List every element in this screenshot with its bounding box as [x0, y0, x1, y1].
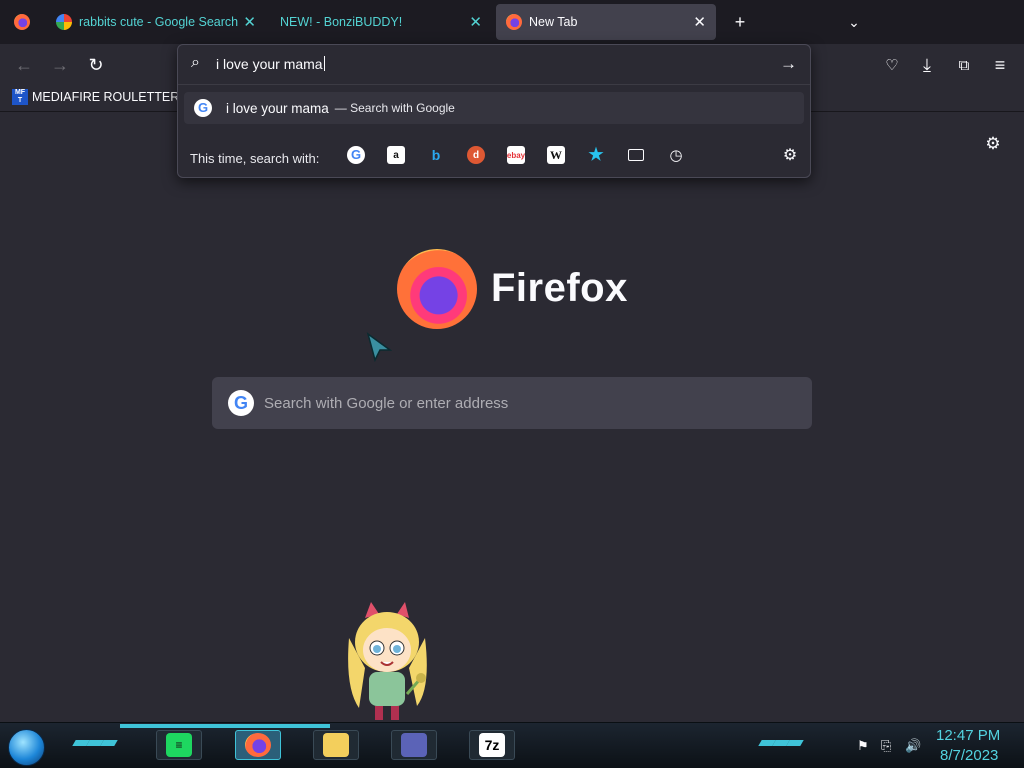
- pocket-icon: ♡: [885, 57, 899, 74]
- taskbar-firefox-button[interactable]: [235, 730, 281, 760]
- google-icon: [228, 390, 254, 416]
- start-orb-button[interactable]: [8, 729, 45, 766]
- bookmark-mediafire-rouletter[interactable]: MF T MEDIAFIRE ROULETTER: [12, 89, 179, 105]
- downloads-button[interactable]: ⤓: [914, 52, 940, 78]
- search-with-label: This time, search with:: [190, 150, 320, 166]
- taskbar-app-button[interactable]: [391, 730, 437, 760]
- tab-rabbits[interactable]: rabbits cute - Google Search ✕: [46, 4, 266, 40]
- amazon-icon[interactable]: a: [387, 146, 405, 164]
- folder-icon: [323, 733, 349, 757]
- puzzle-icon: ⧉: [958, 56, 970, 74]
- google-icon[interactable]: [347, 146, 365, 164]
- taskbar-7zip-button[interactable]: 7z: [469, 730, 515, 760]
- back-button[interactable]: ←: [11, 52, 37, 78]
- arrow-right-icon: →: [51, 54, 69, 75]
- list-all-tabs-button[interactable]: ⌄: [841, 9, 867, 35]
- 7zip-icon: 7z: [479, 733, 505, 757]
- search-placeholder: Search with Google or enter address: [264, 394, 509, 412]
- wikipedia-icon[interactable]: W: [547, 146, 565, 164]
- go-button[interactable]: →: [780, 54, 797, 74]
- chevron-down-icon: ⌄: [848, 13, 860, 30]
- urlbar[interactable]: ⌕ i love your mama →: [178, 45, 810, 85]
- reload-icon: ↻: [88, 54, 104, 75]
- search-icon: ⌕: [191, 54, 200, 71]
- bing-icon[interactable]: b: [427, 146, 445, 164]
- firefox-view-button[interactable]: [4, 4, 40, 40]
- close-icon[interactable]: ✕: [693, 13, 706, 31]
- suggestion-text: i love your mama: [226, 100, 329, 116]
- menu-button[interactable]: ≡: [987, 52, 1013, 78]
- ebay-icon[interactable]: ebay: [507, 146, 525, 164]
- cursor-icon: [366, 332, 392, 363]
- newtab-settings-button[interactable]: ⚙: [980, 131, 1006, 157]
- tab-label: NEW! - BonziBUDDY!: [280, 15, 403, 29]
- pocket-button[interactable]: ♡: [879, 52, 905, 78]
- new-tab-button[interactable]: +: [727, 9, 753, 35]
- bookmark-label: MEDIAFIRE ROULETTER: [32, 90, 180, 104]
- clock-date[interactable]: 8/7/2023: [940, 747, 998, 764]
- urlbar-input[interactable]: i love your mama: [216, 56, 325, 72]
- volume-icon[interactable]: 🔊: [905, 738, 921, 754]
- firefox-icon: [506, 14, 522, 30]
- tab-new-tab[interactable]: New Tab ✕: [496, 4, 716, 40]
- search-settings-gear-icon[interactable]: ⚙: [781, 146, 799, 164]
- search-suggestion-row[interactable]: i love your mama — Search with Google: [184, 92, 804, 124]
- close-icon[interactable]: ✕: [469, 13, 482, 31]
- hamburger-icon: ≡: [994, 54, 1006, 75]
- taskbar-accent-bar: [120, 724, 330, 728]
- firefox-logo-icon: [397, 249, 477, 329]
- tab-label: rabbits cute - Google Search: [79, 15, 239, 29]
- forward-button[interactable]: →: [47, 52, 73, 78]
- google-icon: [56, 14, 72, 30]
- spotify-icon: ≡: [166, 733, 192, 757]
- mediafire-icon: MF T: [12, 89, 28, 105]
- urlbar-popup: ⌕ i love your mama → i love your mama — …: [177, 44, 811, 178]
- brand-wordmark: Firefox: [491, 266, 628, 310]
- tab-strip: rabbits cute - Google Search ✕ NEW! - Bo…: [0, 0, 1024, 44]
- window-icon: [401, 733, 427, 757]
- close-icon[interactable]: ✕: [243, 13, 256, 31]
- duckduckgo-icon[interactable]: d: [467, 146, 485, 164]
- download-icon: ⤓: [923, 54, 931, 75]
- google-icon: [194, 99, 212, 117]
- plus-icon: +: [734, 11, 746, 32]
- bookmarks-icon[interactable]: ★: [587, 145, 605, 164]
- newtab-search-input[interactable]: Search with Google or enter address: [212, 377, 812, 429]
- flag-icon[interactable]: ⚑: [857, 738, 869, 754]
- tabs-icon[interactable]: [627, 146, 645, 164]
- tab-bonzibuddy[interactable]: NEW! - BonziBUDDY! ✕: [270, 4, 492, 40]
- gear-icon: ⚙: [985, 134, 1001, 153]
- arrow-left-icon: ←: [15, 54, 33, 75]
- clock-time[interactable]: 12:47 PM: [936, 727, 1000, 744]
- desktop-pet-sticker: [348, 602, 427, 720]
- extensions-button[interactable]: ⧉: [951, 52, 977, 78]
- reload-button[interactable]: ↻: [83, 52, 109, 78]
- taskbar-spotify-button[interactable]: ≡: [156, 730, 202, 760]
- network-icon[interactable]: ⎘: [881, 738, 891, 754]
- history-icon[interactable]: ◷: [667, 146, 685, 164]
- suggestion-engine-text: — Search with Google: [334, 101, 455, 115]
- taskbar-explorer-button[interactable]: [313, 730, 359, 760]
- firefox-icon: [14, 14, 30, 30]
- one-off-search-bar: This time, search with:: [178, 139, 810, 177]
- tab-label: New Tab: [529, 15, 578, 29]
- firefox-icon: [245, 733, 271, 757]
